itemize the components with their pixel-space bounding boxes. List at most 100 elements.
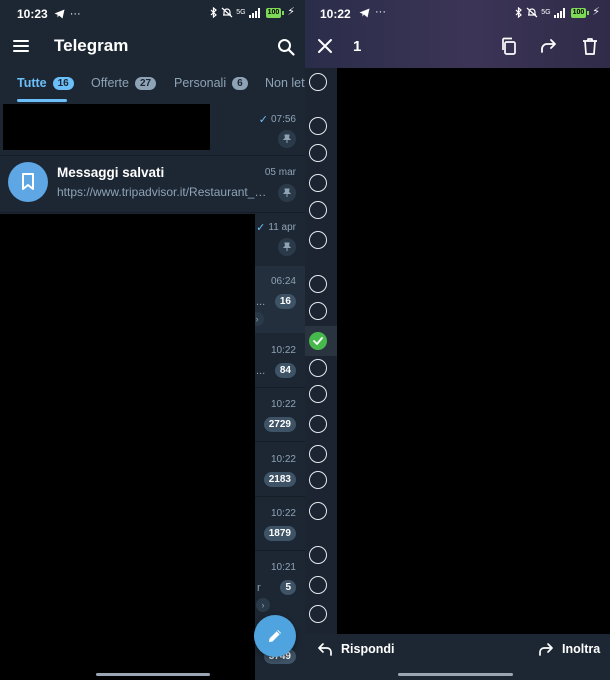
select-radio[interactable] [309, 415, 327, 433]
status-bar: 10:22 ··· 5G 100 ⚡ [305, 0, 610, 28]
selected-count: 1 [353, 38, 362, 55]
status-time: 10:23 [17, 7, 48, 21]
bluetooth-icon [210, 7, 218, 18]
reaction-bubble: › [256, 598, 270, 612]
chat-name: Messaggi salvati [57, 165, 165, 180]
battery-icon: 100 [265, 7, 285, 18]
select-radio[interactable] [309, 302, 327, 320]
preview-fragment: ... [256, 296, 266, 308]
search-icon[interactable] [277, 38, 295, 56]
copy-icon[interactable] [500, 37, 518, 55]
select-radio[interactable] [309, 546, 327, 564]
more-notifications-icon: ··· [69, 7, 81, 20]
do-not-disturb-icon [221, 7, 233, 18]
active-tab-indicator [17, 99, 67, 102]
redacted-messages-area [337, 68, 610, 634]
battery-level: 100 [265, 7, 282, 18]
chat-time: 06:24 [270, 276, 296, 287]
redacted-area [3, 104, 210, 150]
status-time: 10:22 [320, 7, 351, 21]
redacted-area [0, 214, 255, 680]
select-radio[interactable] [309, 117, 327, 135]
preview-fragment: r [257, 582, 261, 594]
new-message-button[interactable] [254, 615, 296, 657]
reply-button[interactable]: Rispondi [317, 642, 394, 656]
select-radio[interactable] [309, 231, 327, 249]
chat-list-screen: 10:23 ··· 5G 100 ⚡ Telegram Tutte 16 Off… [0, 0, 305, 680]
unread-badge: 2729 [263, 417, 296, 432]
chat-time: 05 mar [264, 167, 296, 178]
tab-non-letti[interactable]: Non letti [265, 76, 305, 90]
forward-icon[interactable] [540, 37, 558, 55]
unread-badge: 84 [274, 363, 296, 378]
telegram-notification-icon [54, 9, 65, 19]
select-radio[interactable] [309, 471, 327, 489]
charging-icon: ⚡ [592, 6, 600, 18]
chat-time: 10:21 [270, 562, 296, 573]
chat-time: 10:22 [270, 399, 296, 410]
forward-button[interactable]: Inoltra [538, 642, 600, 656]
bluetooth-icon [515, 7, 523, 18]
pencil-icon [269, 630, 281, 642]
status-bar: 10:23 ··· 5G 100 ⚡ [0, 0, 305, 28]
gesture-bar [398, 673, 513, 676]
checkmark-icon [313, 337, 323, 345]
select-radio[interactable] [309, 275, 327, 293]
close-selection-icon[interactable] [317, 38, 333, 54]
tab-badge: 16 [52, 76, 74, 90]
delete-icon[interactable] [581, 37, 599, 55]
do-not-disturb-icon [526, 7, 538, 18]
tab-badge: 27 [134, 76, 157, 90]
chat-time: 10:22 [270, 345, 296, 356]
selection-header: 10:22 ··· 5G 100 ⚡ 1 [305, 0, 610, 68]
read-check-icon: ✓ [258, 114, 268, 126]
select-radio[interactable] [309, 73, 327, 91]
select-radio[interactable] [309, 359, 327, 377]
bookmark-icon [22, 173, 34, 190]
chat-preview: https://www.tripadvisor.it/Restaurant_Re… [57, 185, 267, 199]
select-radio[interactable] [309, 174, 327, 192]
chat-time: 10:22 [270, 454, 296, 465]
reply-icon [318, 643, 332, 656]
select-radio[interactable] [309, 144, 327, 162]
divider [0, 212, 305, 213]
app-bar: Telegram [0, 28, 305, 66]
select-radio[interactable] [309, 385, 327, 403]
battery-icon: 100 [570, 7, 590, 18]
pin-icon [278, 130, 296, 148]
preview-fragment: ... [256, 365, 266, 377]
unread-badge: 5 [280, 580, 296, 595]
network-type: 5G [541, 9, 551, 16]
select-radio[interactable] [309, 201, 327, 219]
tab-personali[interactable]: Personali 6 [174, 76, 248, 90]
signal-icon [553, 7, 565, 18]
unread-badge: 1879 [263, 526, 296, 541]
tab-tutte[interactable]: Tutte 16 [17, 76, 74, 90]
telegram-notification-icon [359, 8, 370, 17]
tab-badge: 6 [232, 76, 248, 90]
forward-icon [539, 643, 553, 656]
network-type: 5G [236, 9, 246, 16]
select-radio-checked[interactable] [309, 332, 327, 350]
unread-badge: 2183 [263, 472, 296, 487]
tab-offerte[interactable]: Offerte 27 [91, 76, 157, 90]
folder-tabs: Tutte 16 Offerte 27 Personali 6 Non lett… [0, 70, 305, 102]
select-radio[interactable] [309, 502, 327, 520]
pin-icon [278, 238, 296, 256]
unread-badge: 16 [274, 294, 296, 309]
select-radio[interactable] [309, 605, 327, 623]
app-title: Telegram [54, 36, 129, 55]
charging-icon: ⚡ [287, 6, 295, 18]
chat-time: ✓ 07:56 [258, 114, 296, 126]
saved-messages-avatar [8, 162, 48, 202]
pin-icon [278, 184, 296, 202]
gesture-bar [96, 673, 210, 676]
menu-icon[interactable] [13, 40, 29, 54]
signal-icon [248, 7, 260, 18]
chat-time: 10:22 [270, 508, 296, 519]
select-radio[interactable] [309, 445, 327, 463]
battery-level: 100 [570, 7, 587, 18]
select-radio[interactable] [309, 576, 327, 594]
more-notifications-icon: ··· [375, 6, 386, 18]
chat-selection-screen: 10:22 ··· 5G 100 ⚡ 1 Rispondi Inoltra [305, 0, 610, 680]
